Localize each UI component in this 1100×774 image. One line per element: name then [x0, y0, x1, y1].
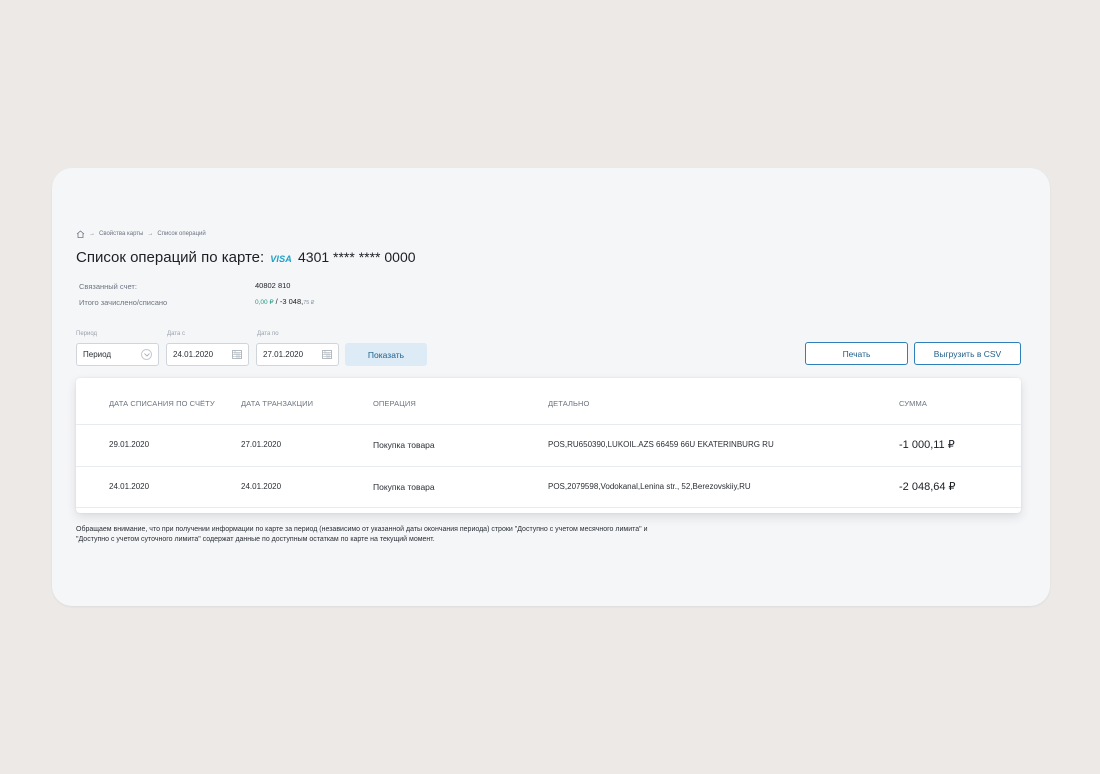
info-note-line: "Доступно с учетом суточного лимита" сод…	[76, 535, 435, 543]
amount-cell: -2 048,64 ₽	[899, 481, 956, 493]
transaction-date-cell: 24.01.2020	[241, 482, 282, 491]
info-note: Обращаем внимание, что при получении инф…	[76, 525, 776, 544]
operations-table: ДАТА СПИСАНИЯ ПО СЧЁТУ ДАТА ТРАНЗАКЦИИ О…	[76, 378, 1021, 513]
print-button[interactable]: Печать	[805, 342, 908, 365]
date-to-label: Дата по	[257, 331, 279, 337]
arrow-right-icon: →	[89, 231, 95, 237]
card-number: 4301 **** **** 0000	[298, 249, 416, 265]
column-header-debit-date[interactable]: ДАТА СПИСАНИЯ ПО СЧЁТУ	[109, 399, 215, 408]
export-csv-button[interactable]: Выгрузить в CSV	[914, 342, 1021, 365]
total-value: 0,00 ₽ / -3 048,75 ₽	[255, 297, 314, 306]
breadcrumb: → Свойства карты → Список операций	[76, 230, 206, 238]
breadcrumb-item-operations: Список операций	[157, 231, 206, 237]
date-from-value: 24.01.2020	[173, 350, 214, 359]
linked-account-label: Связанный счет:	[79, 282, 137, 291]
home-icon[interactable]	[76, 230, 85, 238]
chevron-down-icon	[141, 349, 152, 360]
divider	[76, 507, 1021, 508]
total-debit-cents: 75 ₽	[303, 300, 315, 306]
period-label: Период	[76, 331, 98, 337]
operation-cell: Покупка товара	[373, 440, 435, 450]
total-label: Итого зачислено/списано	[79, 298, 168, 307]
debit-date-cell: 24.01.2020	[109, 482, 150, 491]
total-credit: 0,00 ₽	[255, 299, 274, 306]
breadcrumb-item-card-properties[interactable]: Свойства карты	[99, 231, 143, 237]
total-debit: -3 048,	[279, 297, 304, 306]
transaction-date-cell: 27.01.2020	[241, 440, 282, 449]
details-cell: POS,RU650390,LUKOIL.AZS 66459 66U EKATER…	[548, 440, 774, 449]
calendar-icon[interactable]	[232, 349, 242, 361]
details-cell: POS,2079598,Vodokanal,Lenina str., 52,Be…	[548, 482, 751, 491]
arrow-right-icon: →	[147, 231, 154, 237]
column-header-amount[interactable]: СУММА	[899, 399, 927, 408]
period-select[interactable]: Период	[76, 343, 159, 366]
operation-cell: Покупка товара	[373, 482, 435, 492]
show-button[interactable]: Показать	[345, 343, 427, 366]
date-to-input[interactable]: 27.01.2020	[256, 343, 339, 366]
amount-cell: -1 000,11 ₽	[899, 439, 955, 451]
divider	[76, 424, 1021, 425]
date-from-input[interactable]: 24.01.2020	[166, 343, 249, 366]
column-header-details[interactable]: ДЕТАЛЬНО	[548, 399, 589, 408]
visa-logo: VISA	[270, 254, 292, 264]
page-title: Список операций по карте: VISA 4301 ****…	[76, 249, 416, 266]
page-title-text: Список операций по карте:	[76, 249, 265, 266]
debit-date-cell: 29.01.2020	[109, 440, 150, 449]
divider	[76, 466, 1021, 467]
linked-account-value: 40802 810	[255, 281, 291, 290]
date-to-value: 27.01.2020	[263, 350, 304, 359]
operations-panel: → Свойства карты → Список операций Списо…	[52, 168, 1050, 606]
column-header-operation[interactable]: ОПЕРАЦИЯ	[373, 399, 416, 408]
info-note-line: Обращаем внимание, что при получении инф…	[76, 526, 648, 533]
period-select-value: Период	[83, 350, 112, 359]
date-from-label: Дата с	[167, 331, 185, 337]
calendar-icon[interactable]	[322, 349, 332, 361]
column-header-transaction-date[interactable]: ДАТА ТРАНЗАКЦИИ	[241, 399, 313, 408]
